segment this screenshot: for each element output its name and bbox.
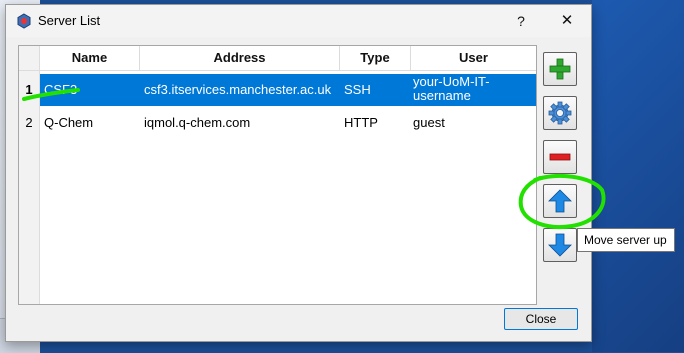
row-number[interactable]: 1 xyxy=(19,82,39,97)
server-list-dialog: Server List ? ✕ Name Address Type User 1… xyxy=(5,4,592,342)
column-header-type[interactable]: Type xyxy=(340,46,411,70)
close-window-button[interactable]: ✕ xyxy=(550,9,584,33)
table-header: Name Address Type User xyxy=(19,46,536,71)
help-button[interactable]: ? xyxy=(504,9,538,33)
cell-type[interactable]: HTTP xyxy=(344,115,378,130)
server-table: Name Address Type User 1 CSF3 csf3.itser… xyxy=(18,45,537,305)
arrow-up-icon xyxy=(548,189,572,213)
tooltip: Move server up xyxy=(577,228,675,252)
table-row[interactable]: 2 Q-Chem iqmol.q-chem.com HTTP guest xyxy=(19,110,536,136)
close-button[interactable]: Close xyxy=(504,308,578,330)
column-header-user[interactable]: User xyxy=(411,46,536,70)
gear-icon xyxy=(548,101,572,125)
app-icon xyxy=(17,13,31,29)
cell-address[interactable]: iqmol.q-chem.com xyxy=(144,115,250,130)
configure-server-button[interactable] xyxy=(543,96,577,130)
column-header-name[interactable]: Name xyxy=(40,46,140,70)
title-bar: Server List ? ✕ xyxy=(6,5,591,37)
cell-name[interactable]: Q-Chem xyxy=(44,115,93,130)
cell-name[interactable]: CSF3 xyxy=(44,82,77,97)
cell-type[interactable]: SSH xyxy=(344,82,371,97)
move-server-up-button[interactable] xyxy=(543,184,577,218)
add-server-button[interactable] xyxy=(543,52,577,86)
cell-user[interactable]: guest xyxy=(413,115,445,130)
window-title: Server List xyxy=(38,13,101,28)
move-server-down-button[interactable] xyxy=(543,228,577,262)
column-header-address[interactable]: Address xyxy=(140,46,340,70)
desktop-background xyxy=(592,0,684,352)
arrow-down-icon xyxy=(548,233,572,257)
remove-server-button[interactable] xyxy=(543,140,577,174)
row-number[interactable]: 2 xyxy=(19,115,39,130)
plus-icon xyxy=(549,58,571,80)
minus-icon xyxy=(549,153,571,161)
corner-header[interactable] xyxy=(19,46,40,70)
cell-address[interactable]: csf3.itservices.manchester.ac.uk xyxy=(144,82,331,97)
table-row[interactable]: 1 CSF3 csf3.itservices.manchester.ac.uk … xyxy=(19,74,536,106)
cell-user[interactable]: your-UoM-IT-username xyxy=(413,75,523,103)
